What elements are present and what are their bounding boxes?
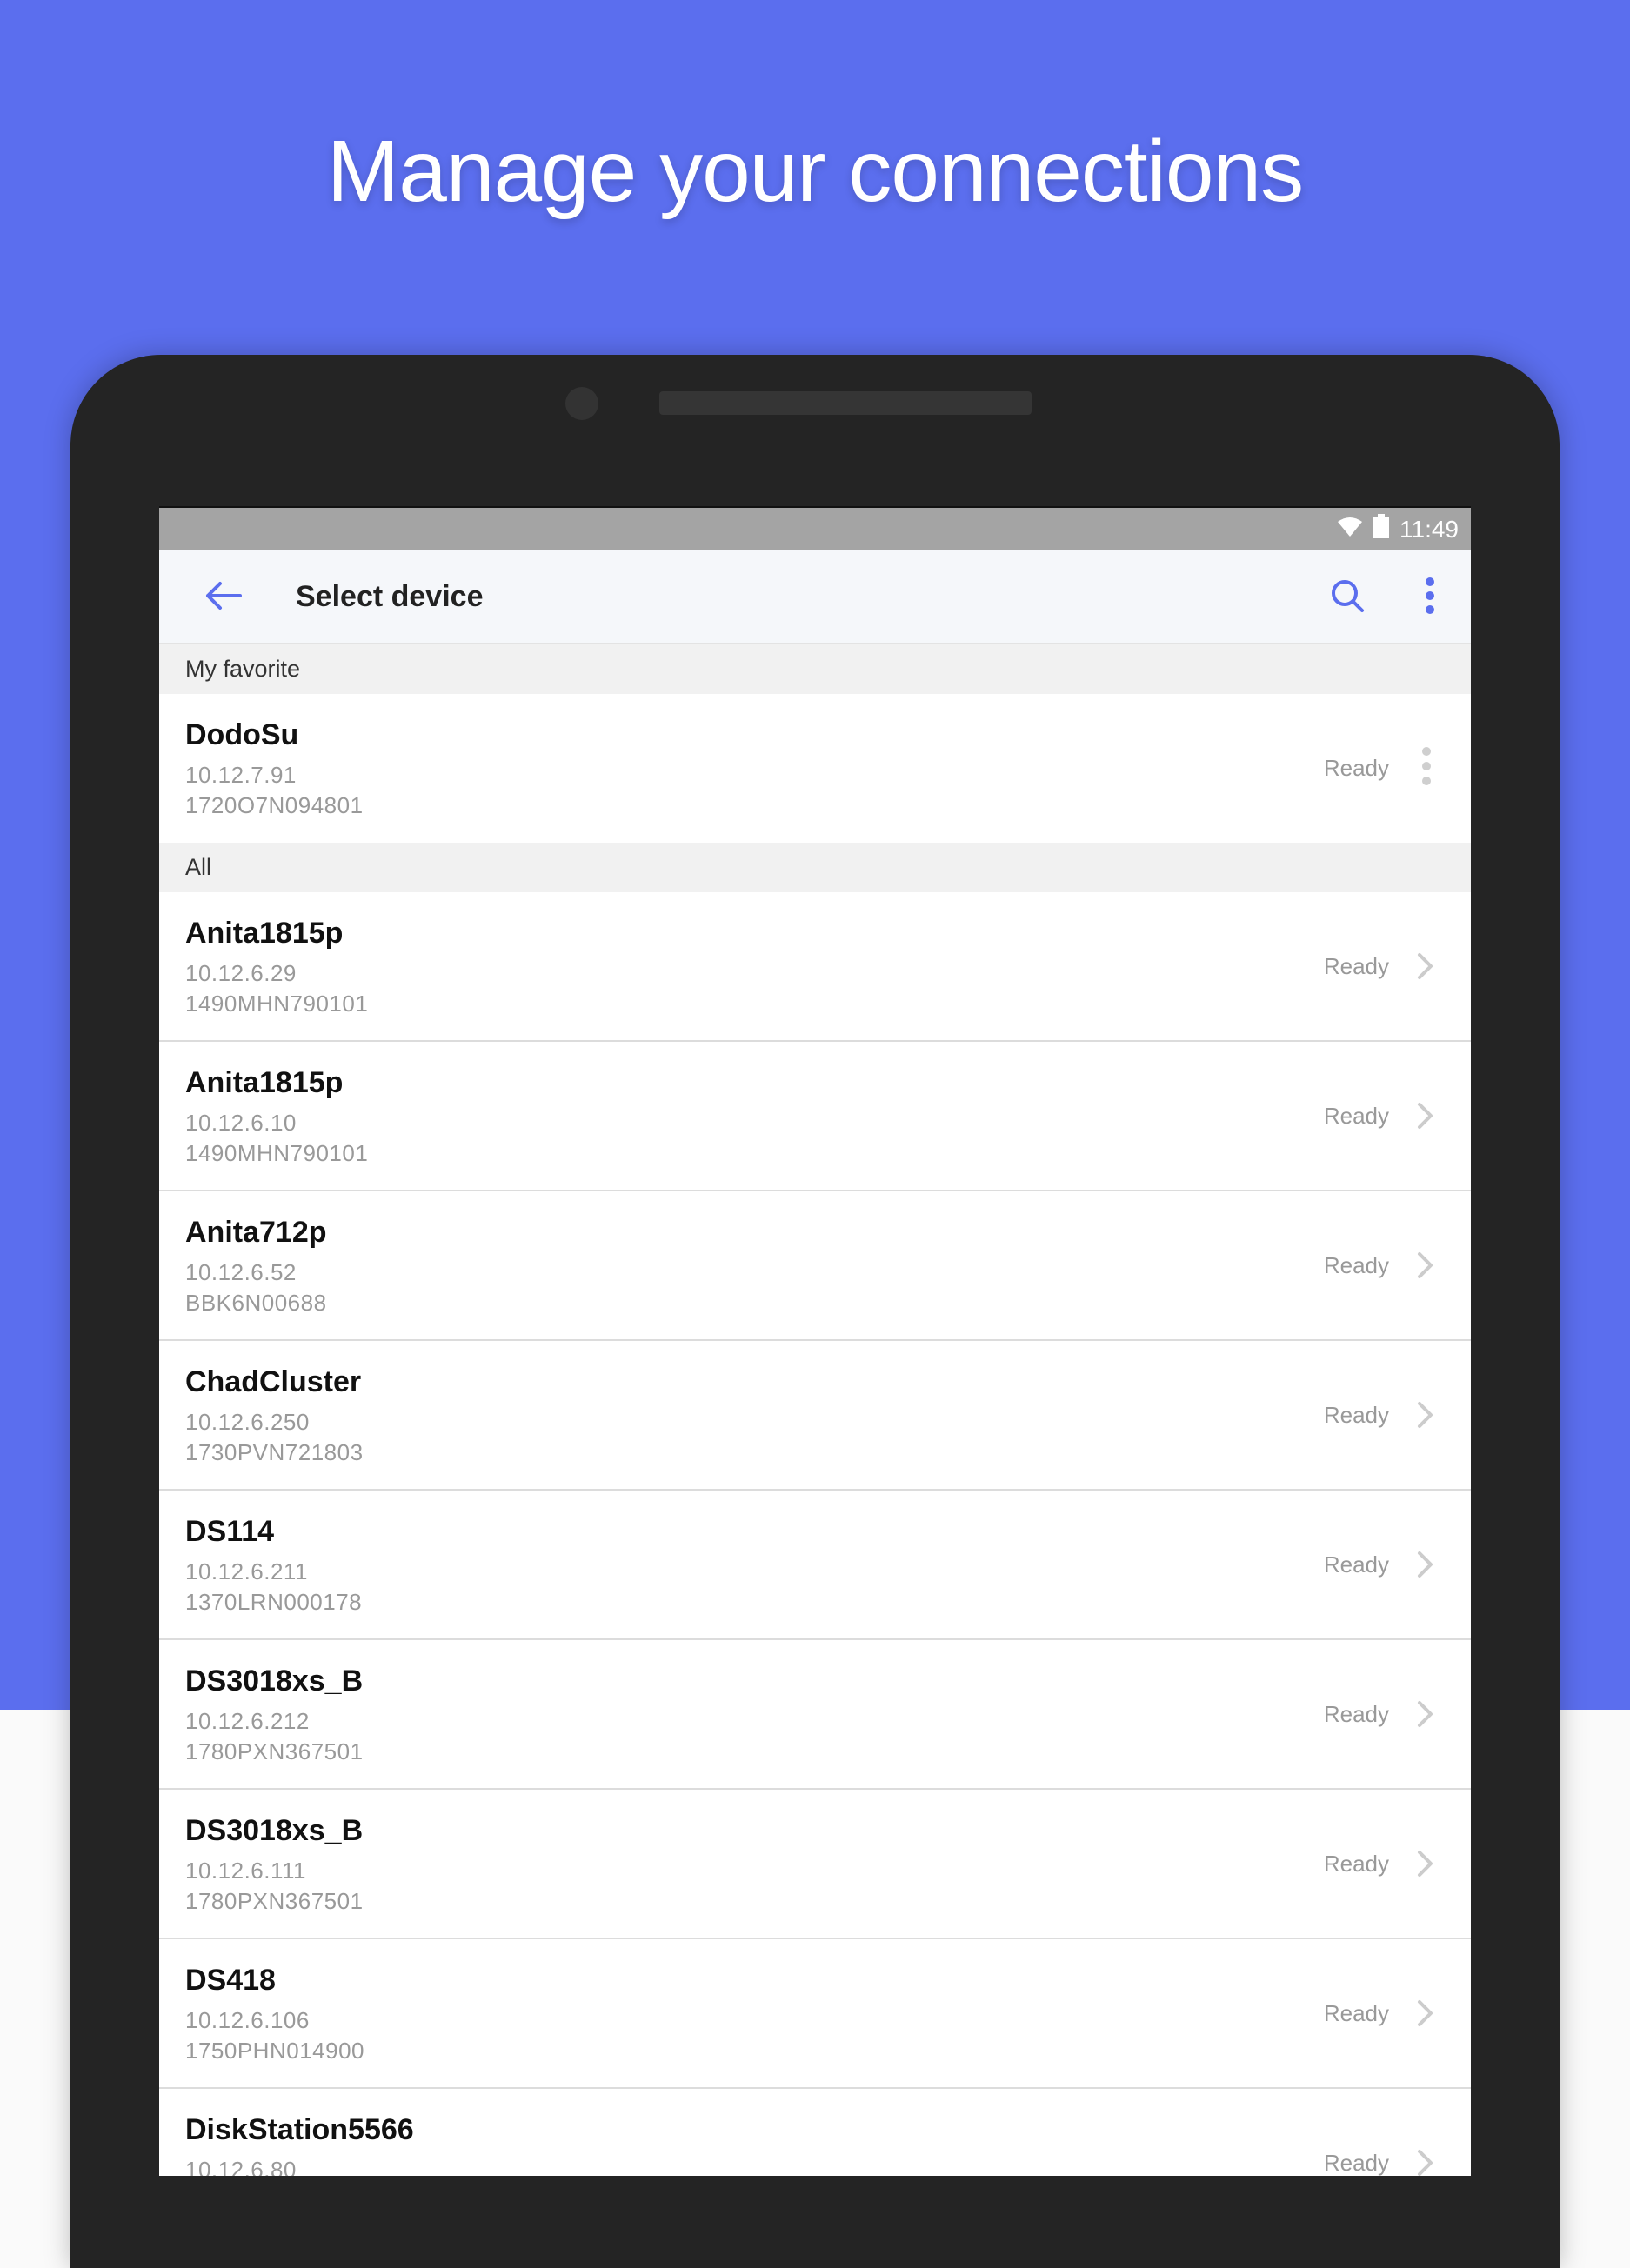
device-ip: 10.12.6.211: [185, 1558, 308, 1584]
device-name: DodoSu: [185, 718, 299, 751]
device-status: Ready: [1323, 2150, 1389, 2176]
device-serial: 1490MHN790101: [185, 1140, 369, 1166]
device-list-item[interactable]: Anita1815p 10.12.6.10 1490MHN790101 Ready: [159, 1042, 1471, 1191]
device-ip: 10.12.6.106: [185, 2007, 310, 2033]
back-button[interactable]: [203, 577, 244, 618]
overflow-menu-button[interactable]: [1420, 573, 1440, 622]
device-status: Ready: [1323, 755, 1389, 781]
section-header: All: [159, 843, 1471, 892]
device-status: Ready: [1323, 1402, 1389, 1428]
device-name: Anita712p: [185, 1216, 327, 1249]
device-list-item[interactable]: Anita712p 10.12.6.52 BBK6N00688 Ready: [159, 1191, 1471, 1341]
device-screen: 11:49 Select device My favorite DodoSu 10.…: [159, 506, 1471, 2176]
device-name: DiskStation5566: [185, 2113, 414, 2146]
device-ip: 10.12.6.111: [185, 1858, 306, 1884]
chevron-right-icon: [1415, 2149, 1436, 2176]
device-name: DS3018xs_B: [185, 1814, 364, 1847]
device-ip: 10.12.6.52: [185, 1259, 297, 1285]
device-status: Ready: [1323, 1851, 1389, 1877]
chevron-right-icon: [1415, 1999, 1436, 2027]
speaker-grille: [659, 391, 1032, 415]
device-serial: BBK6N00688: [185, 1290, 327, 1316]
search-button[interactable]: [1326, 577, 1368, 618]
device-list-item[interactable]: ChadCluster 10.12.6.250 1730PVN721803 Ready: [159, 1341, 1471, 1491]
chevron-right-icon: [1415, 1551, 1436, 1578]
promo-headline: Manage your connections: [326, 123, 1304, 220]
device-name: DS3018xs_B: [185, 1664, 364, 1698]
device-status: Ready: [1323, 2000, 1389, 2026]
device-name: ChadCluster: [185, 1365, 362, 1398]
chevron-right-icon: [1415, 1251, 1436, 1279]
battery-icon: [1373, 514, 1389, 544]
device-status: Ready: [1323, 1252, 1389, 1278]
chevron-right-icon: [1415, 1401, 1436, 1429]
device-name: Anita1815p: [185, 1066, 344, 1099]
device-serial: 1730PVN721803: [185, 1439, 364, 1465]
device-status: Ready: [1323, 1551, 1389, 1578]
device-list-item[interactable]: DS418 10.12.6.106 1750PHN014900 Ready: [159, 1939, 1471, 2089]
page-title: Select device: [296, 580, 484, 613]
device-name: DS418: [185, 1964, 276, 1997]
device-ip: 10.12.6.250: [185, 1409, 310, 1435]
device-status: Ready: [1323, 953, 1389, 979]
device-ip: 10.12.6.10: [185, 1110, 297, 1136]
more-vertical-icon: [1424, 577, 1436, 619]
more-vertical-icon[interactable]: [1420, 744, 1433, 788]
device-name: Anita1815p: [185, 917, 344, 950]
device-status: Ready: [1323, 1701, 1389, 1727]
device-serial: 1370LRN000178: [185, 1589, 363, 1615]
device-list-item[interactable]: DS3018xs_B 10.12.6.212 1780PXN367501 Ready: [159, 1640, 1471, 1790]
device-ip: 10.12.6.212: [185, 1708, 310, 1734]
section-header: My favorite: [159, 644, 1471, 694]
wifi-icon: [1337, 516, 1363, 544]
device-ip: 10.12.7.91: [185, 762, 297, 788]
device-ip: 10.12.6.29: [185, 960, 297, 986]
device-list-item[interactable]: DodoSu 10.12.7.91 1720O7N094801 Ready: [159, 694, 1471, 843]
app-toolbar: Select device: [159, 550, 1471, 644]
device-list: My favorite DodoSu 10.12.7.91 1720O7N094801…: [159, 644, 1471, 2176]
arrow-left-icon: [205, 581, 242, 615]
device-ip: 10.12.6.80: [185, 2157, 297, 2176]
device-serial: 1780PXN367501: [185, 1888, 364, 1914]
status-bar: 11:49: [159, 508, 1471, 550]
status-time: 11:49: [1400, 515, 1459, 543]
device-serial: 1720O7N094801: [185, 792, 364, 818]
device-list-item[interactable]: DS3018xs_B 10.12.6.111 1780PXN367501 Ready: [159, 1790, 1471, 1939]
device-list-item[interactable]: Anita1815p 10.12.6.29 1490MHN790101 Ready: [159, 892, 1471, 1042]
device-list-item[interactable]: DS114 10.12.6.211 1370LRN000178 Ready: [159, 1491, 1471, 1640]
chevron-right-icon: [1415, 1102, 1436, 1130]
device-serial: 1780PXN367501: [185, 1738, 364, 1764]
device-status: Ready: [1323, 1103, 1389, 1129]
device-name: DS114: [185, 1515, 275, 1548]
chevron-right-icon: [1415, 952, 1436, 980]
device-serial: 1750PHN014900: [185, 2038, 364, 2064]
device-serial: 1490MHN790101: [185, 991, 369, 1017]
search-icon: [1330, 578, 1365, 617]
camera-icon: [565, 387, 598, 420]
device-list-item[interactable]: DiskStation5566 10.12.6.80 Ready: [159, 2089, 1471, 2176]
chevron-right-icon: [1415, 1850, 1436, 1878]
chevron-right-icon: [1415, 1700, 1436, 1728]
